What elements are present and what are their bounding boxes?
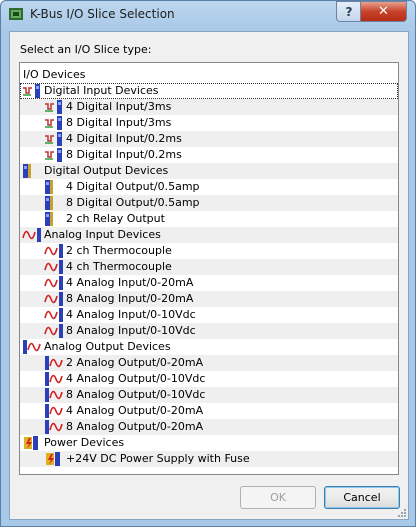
tree-item-label: Digital Output Devices [44, 164, 169, 177]
tree-item[interactable]: 4 Analog Input/0-10Vdc [20, 307, 398, 323]
tree-category[interactable]: Power Devices [20, 435, 398, 451]
analog-output-icon [44, 356, 64, 370]
power-icon [22, 436, 42, 450]
io-device-tree[interactable]: I/O Devices Digital Input Devices 4 Digit… [19, 62, 399, 475]
digital-output-icon [44, 196, 64, 210]
title-bar[interactable]: K-Bus I/O Slice Selection ? ✕ [1, 1, 415, 29]
tree-category[interactable]: Digital Input Devices [20, 83, 398, 99]
digital-input-icon [44, 148, 64, 162]
tree-item-label: Power Devices [44, 436, 125, 449]
cancel-button[interactable]: Cancel [324, 486, 400, 509]
tree-item[interactable]: 4 ch Thermocouple [20, 259, 398, 275]
analog-output-icon [44, 372, 64, 386]
tree-item[interactable]: 8 Digital Output/0.5amp [20, 195, 398, 211]
tree-item-label: 4 Digital Output/0.5amp [66, 180, 200, 193]
tree-item-label: 8 Analog Input/0-20mA [66, 292, 194, 305]
tree-item[interactable]: 2 ch Thermocouple [20, 243, 398, 259]
tree-item[interactable]: 4 Analog Input/0-20mA [20, 275, 398, 291]
tree-item[interactable]: 8 Analog Input/0-10Vdc [20, 323, 398, 339]
tree-item[interactable]: 4 Digital Output/0.5amp [20, 179, 398, 195]
dialog-window: K-Bus I/O Slice Selection ? ✕ Select an … [0, 0, 416, 527]
power-icon [44, 452, 64, 466]
digital-output-icon [44, 212, 64, 226]
tree-item[interactable]: 8 Analog Output/0-20mA [20, 419, 398, 435]
tree-item-label: 2 Analog Output/0-20mA [66, 356, 204, 369]
tree-item-label: 4 Digital Input/3ms [66, 100, 172, 113]
tree-item[interactable]: 8 Analog Output/0-10Vdc [20, 387, 398, 403]
tree-item-label: 8 Analog Output/0-10Vdc [66, 388, 206, 401]
tree-item-label: 8 Digital Output/0.5amp [66, 196, 200, 209]
tree-item[interactable]: 8 Digital Input/3ms [20, 115, 398, 131]
digital-input-icon [44, 132, 64, 146]
analog-input-icon [44, 292, 64, 306]
tree-item[interactable]: 4 Digital Input/3ms [20, 99, 398, 115]
dialog-body: Select an I/O Slice type: I/O Devices Di… [9, 31, 409, 520]
tree-item[interactable]: 4 Analog Output/0-20mA [20, 403, 398, 419]
tree-category[interactable]: Analog Input Devices [20, 227, 398, 243]
tree-item-label: 8 Analog Input/0-10Vdc [66, 324, 196, 337]
tree-item[interactable]: 4 Digital Input/0.2ms [20, 131, 398, 147]
tree-item[interactable]: 4 Analog Output/0-10Vdc [20, 371, 398, 387]
analog-input-icon [44, 244, 64, 258]
tree-category[interactable]: Digital Output Devices [20, 163, 398, 179]
analog-output-icon [22, 340, 42, 354]
analog-output-icon [44, 388, 64, 402]
analog-output-icon [44, 420, 64, 434]
resize-grip-icon[interactable] [396, 507, 406, 517]
tree-item-label: 4 Digital Input/0.2ms [66, 132, 182, 145]
tree-root-label[interactable]: I/O Devices [23, 68, 85, 81]
digital-output-icon [22, 164, 42, 178]
digital-input-icon [44, 116, 64, 130]
tree-item-label: 4 ch Thermocouple [66, 260, 172, 273]
tree-item-label: 2 ch Relay Output [66, 212, 165, 225]
tree-item[interactable]: 2 ch Relay Output [20, 211, 398, 227]
tree-item-label: 4 Analog Output/0-10Vdc [66, 372, 206, 385]
analog-input-icon [44, 276, 64, 290]
digital-output-icon [44, 180, 64, 194]
tree-item-label: 4 Analog Output/0-20mA [66, 404, 204, 417]
tree-item-label: Analog Input Devices [44, 228, 161, 241]
close-button[interactable]: ✕ [360, 1, 407, 22]
help-button[interactable]: ? [336, 1, 362, 22]
digital-input-icon [44, 100, 64, 114]
tree-item-label: +24V DC Power Supply with Fuse [66, 452, 250, 465]
tree-item-label: 8 Analog Output/0-20mA [66, 420, 204, 433]
ok-button[interactable]: OK [240, 486, 316, 509]
app-icon [9, 8, 23, 20]
tree-item-label: 2 ch Thermocouple [66, 244, 172, 257]
tree-item-label: Digital Input Devices [44, 84, 159, 97]
tree-item[interactable]: 8 Digital Input/0.2ms [20, 147, 398, 163]
tree-item[interactable]: +24V DC Power Supply with Fuse [20, 451, 398, 467]
tree-item[interactable]: 8 Analog Input/0-20mA [20, 291, 398, 307]
tree-item-label: 4 Analog Input/0-20mA [66, 276, 194, 289]
analog-input-icon [44, 308, 64, 322]
analog-input-icon [22, 228, 42, 242]
tree-item[interactable]: 2 Analog Output/0-20mA [20, 355, 398, 371]
analog-input-icon [44, 324, 64, 338]
tree-item-label: Analog Output Devices [44, 340, 171, 353]
tree-category[interactable]: Analog Output Devices [20, 339, 398, 355]
analog-output-icon [44, 404, 64, 418]
tree-item-label: 8 Digital Input/0.2ms [66, 148, 182, 161]
window-title: K-Bus I/O Slice Selection [30, 7, 175, 21]
tree-item-label: 4 Analog Input/0-10Vdc [66, 308, 196, 321]
select-prompt-label: Select an I/O Slice type: [20, 43, 152, 56]
analog-input-icon [44, 260, 64, 274]
tree-item-label: 8 Digital Input/3ms [66, 116, 172, 129]
digital-input-icon [22, 84, 42, 98]
